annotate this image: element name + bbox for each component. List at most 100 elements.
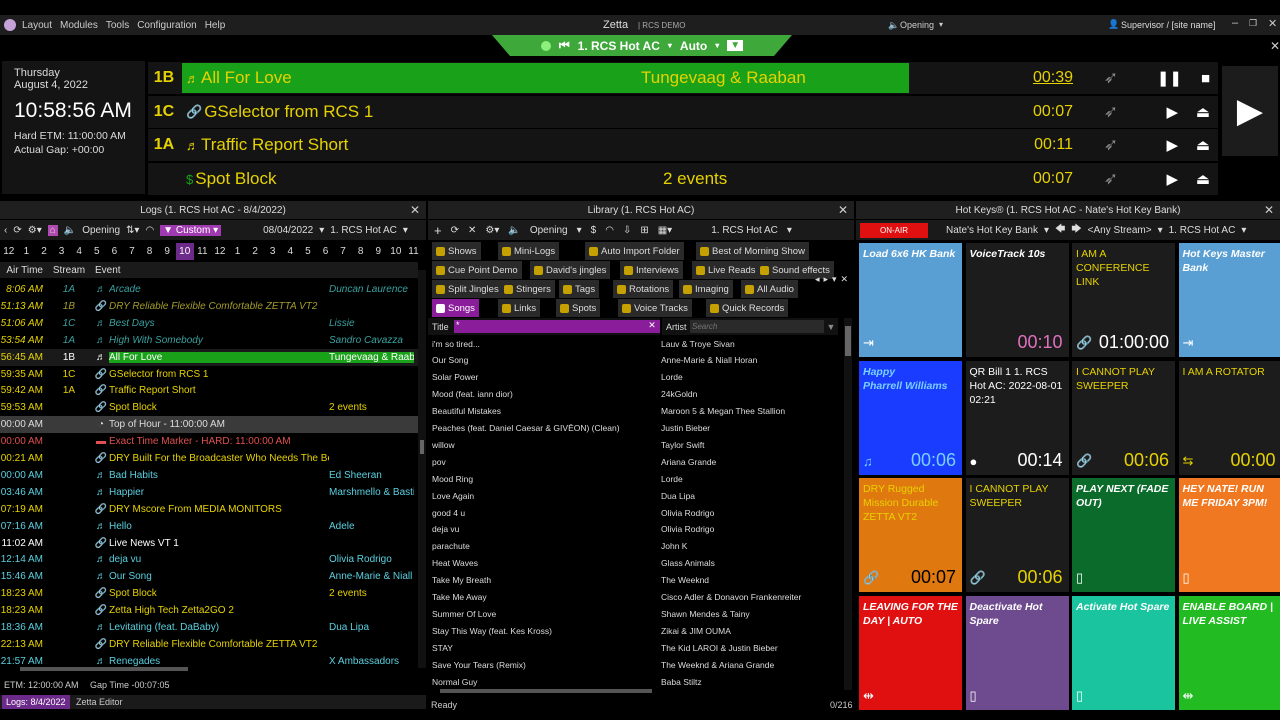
cross-fade-icon[interactable]: ➶: [1104, 102, 1118, 122]
log-row[interactable]: 07:16 AM ♬ Hello Adele: [0, 518, 418, 535]
hotkey-button[interactable]: HEY NATE! RUN ME FRIDAY 3PM! ▯: [1178, 478, 1280, 592]
log-row[interactable]: 53:54 AM 1A ♬ High With Somebody Sandro Cava…: [0, 332, 418, 349]
wifi-icon[interactable]: ◠: [145, 225, 154, 236]
chevron-down-icon[interactable]: ▾: [668, 41, 672, 50]
hour-button[interactable]: 11: [194, 243, 212, 260]
close-icon[interactable]: ✕: [1264, 203, 1274, 217]
chevron-down-icon[interactable]: ▾: [1044, 225, 1049, 236]
col-air-time[interactable]: Air Time: [0, 265, 45, 276]
log-row[interactable]: 00:00 AM ▬ Exact Time Marker - HARD: 11:00…: [0, 433, 418, 450]
hotkey-button[interactable]: Load 6x6 HK Bank ⇥: [859, 243, 962, 357]
pause-icon[interactable]: ❚❚: [1157, 69, 1182, 87]
menu-layout[interactable]: Layout: [22, 20, 52, 31]
hotkey-button[interactable]: Happy Pharrell Williams 00:06 ♫: [859, 360, 962, 475]
library-tab[interactable]: Tags: [559, 280, 600, 298]
library-tab[interactable]: Best of Morning Show: [696, 242, 809, 260]
library-row[interactable]: Heat Waves Glass Animals: [428, 555, 842, 572]
clear-filter-icon[interactable]: ✕: [644, 320, 660, 333]
hotkey-button[interactable]: I CANNOT PLAY SWEEPER 00:06 🔗: [965, 478, 1069, 592]
log-row[interactable]: 12:14 AM ♬ deja vu Olivia Rodrigo: [0, 551, 418, 568]
close-icon[interactable]: ✕: [838, 203, 848, 217]
col-stream[interactable]: Stream: [45, 265, 93, 276]
tree-icon[interactable]: ⊞: [640, 225, 648, 236]
hotkey-button[interactable]: DRY Rugged Mission Durable ZETTA VT2 00:0…: [859, 478, 962, 592]
chevron-down-icon[interactable]: ▾: [577, 225, 582, 236]
chevron-down-icon[interactable]: ▾: [319, 225, 324, 236]
library-tab[interactable]: Shows: [432, 242, 481, 260]
library-tab[interactable]: Live Reads: [692, 261, 760, 279]
eject-icon[interactable]: ⏏: [1196, 170, 1210, 188]
hour-button[interactable]: 10: [175, 243, 194, 260]
hour-button[interactable]: 7: [123, 243, 141, 260]
library-tab[interactable]: Auto Import Folder: [585, 242, 684, 260]
log-row[interactable]: 07:19 AM 🔗 DRY Mscore From MEDIA MONITORS: [0, 501, 418, 518]
hour-button[interactable]: 6: [106, 243, 124, 260]
library-row[interactable]: Mood Ring Lorde: [428, 470, 842, 487]
hour-button[interactable]: 5: [88, 243, 106, 260]
gear-icon[interactable]: ⚙▾: [485, 225, 499, 236]
hour-button[interactable]: 4: [70, 243, 88, 260]
forward-arrow-icon[interactable]: 🡆: [1071, 222, 1081, 239]
library-row[interactable]: STAY The Kid LAROI & Justin Bieber: [428, 639, 842, 656]
hour-button[interactable]: 10: [387, 243, 405, 260]
log-row[interactable]: 00:00 AM ◔ Top of Hour - 11:00:00 AM: [0, 416, 418, 434]
hour-button[interactable]: 2: [246, 243, 264, 260]
wifi-icon[interactable]: ◠: [605, 225, 614, 236]
home-icon[interactable]: ⌂: [47, 224, 58, 236]
hour-button[interactable]: 9: [369, 243, 387, 260]
hour-button[interactable]: 11: [405, 243, 423, 260]
logs-stream-dropdown[interactable]: 1. RCS Hot AC: [330, 225, 397, 236]
library-row[interactable]: parachute John K: [428, 538, 842, 555]
hour-button[interactable]: 3: [53, 243, 71, 260]
library-row[interactable]: i'm so tired... Lauv & Troye Sivan: [428, 335, 842, 352]
col-title[interactable]: Title: [428, 322, 454, 332]
title-filter-input[interactable]: *: [454, 320, 644, 333]
hour-button[interactable]: 4: [282, 243, 300, 260]
cross-fade-icon[interactable]: ➶: [1104, 135, 1118, 155]
hour-button[interactable]: 12: [0, 243, 18, 260]
hotkey-button[interactable]: I AM A CONFERENCE LINK 01:00:00 🔗: [1072, 243, 1175, 357]
sort-icon[interactable]: ⇅▾: [126, 225, 139, 236]
play-icon[interactable]: ▶: [1166, 103, 1178, 121]
any-stream-dropdown[interactable]: <Any Stream>: [1088, 225, 1152, 236]
hour-button[interactable]: 8: [141, 243, 159, 260]
hotkey-button[interactable]: I AM A ROTATOR 00:00 ⇆: [1178, 360, 1280, 475]
library-scrollbar[interactable]: [844, 318, 852, 690]
log-row[interactable]: 51:06 AM 1C ♬ Best Days Lissie: [0, 315, 418, 332]
filter-dropdown[interactable]: ▼ Custom ▾: [160, 224, 222, 236]
tab-scroll-arrows[interactable]: ◂▸▾✕: [815, 274, 852, 285]
library-tab[interactable]: Rotations: [613, 280, 674, 298]
back-icon[interactable]: ‹: [4, 225, 7, 236]
library-tab[interactable]: David's jingles: [530, 261, 611, 279]
logs-hscrollbar[interactable]: [20, 667, 188, 671]
log-row[interactable]: 59:35 AM 1C 🔗 GSelector from RCS 1: [0, 366, 418, 383]
speaker-icon[interactable]: 🔈: [64, 225, 76, 236]
library-row[interactable]: Stay This Way (feat. Kes Kross) Zikai & J…: [428, 622, 842, 639]
library-row[interactable]: willow Taylor Swift: [428, 436, 842, 453]
hotkey-button[interactable]: LEAVING FOR THE DAY | AUTO ⇹: [859, 595, 962, 710]
log-row[interactable]: 22:13 AM 🔗 DRY Reliable Flexible Comfortab…: [0, 636, 418, 653]
on-air-button[interactable]: ON-AIR: [860, 222, 928, 238]
filter-icon[interactable]: ▼: [824, 322, 838, 332]
hour-button[interactable]: 1: [18, 243, 36, 260]
play-icon[interactable]: ▶: [1166, 170, 1178, 188]
hour-button[interactable]: 2: [35, 243, 53, 260]
calendar-icon[interactable]: ▦▾: [658, 225, 672, 236]
library-tab[interactable]: Interviews: [620, 261, 683, 279]
library-stream-dropdown[interactable]: 1. RCS Hot AC: [711, 225, 778, 236]
hour-button[interactable]: 5: [299, 243, 317, 260]
library-tab[interactable]: Spots: [556, 299, 601, 317]
library-tab[interactable]: Songs: [432, 299, 479, 317]
log-row[interactable]: 51:13 AM 1B 🔗 DRY Reliable Flexible Comfort…: [0, 298, 418, 315]
library-tab[interactable]: Imaging: [679, 280, 733, 298]
now-playing-dropdown[interactable]: Opening: [900, 20, 934, 30]
stream-name[interactable]: 1. RCS Hot AC: [578, 39, 660, 53]
hour-button[interactable]: 3: [264, 243, 282, 260]
col-artist[interactable]: Artist: [662, 322, 690, 332]
library-row[interactable]: Normal Guy Baba Stiltz: [428, 673, 842, 690]
library-tab[interactable]: Stingers: [500, 280, 555, 298]
chevron-down-icon[interactable]: ▾: [1241, 225, 1246, 236]
library-row[interactable]: Mood (feat. iann dior) 24kGoldn: [428, 386, 842, 403]
chevron-down-icon[interactable]: ▾: [1158, 225, 1163, 236]
hour-button[interactable]: 8: [352, 243, 370, 260]
